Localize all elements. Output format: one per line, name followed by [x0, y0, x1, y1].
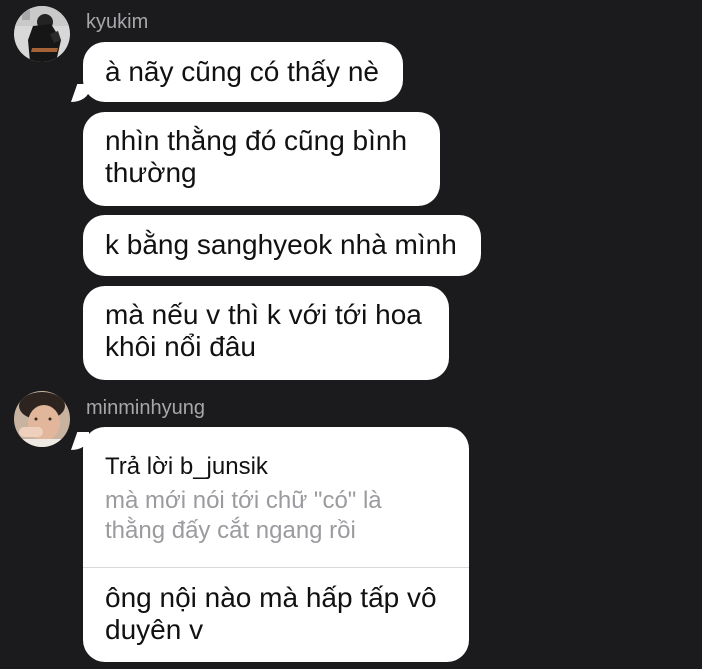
reply-divider	[83, 567, 469, 568]
sender-username-kyukim[interactable]: kyukim	[86, 10, 148, 34]
quoted-message: mà mới nói tới chữ "có" là thằng đấy cắt…	[105, 487, 382, 544]
avatar-kyukim[interactable]	[14, 6, 70, 62]
sender-username-minminhyung[interactable]: minminhyung	[86, 396, 205, 420]
reply-message-bubble[interactable]: Trả lời b_junsik mà mới nói tới chữ "có"…	[83, 427, 469, 662]
reply-header: Trả lời b_junsik	[105, 453, 268, 480]
message-text: mà nếu v thì k với tới hoa khôi nổi đâu	[105, 299, 422, 362]
avatar-photo-kyukim	[14, 6, 70, 62]
message-bubble[interactable]: mà nếu v thì k với tới hoa khôi nổi đâu	[83, 286, 449, 380]
message-bubble[interactable]: nhìn thằng đó cũng bình thường	[83, 112, 440, 206]
message-text: à nãy cũng có thấy nè	[105, 56, 379, 87]
message-bubble[interactable]: à nãy cũng có thấy nè	[83, 42, 403, 102]
reply-message-text: ông nội nào mà hấp tấp vô duyên v	[105, 582, 437, 645]
message-text: nhìn thằng đó cũng bình thường	[105, 125, 408, 188]
avatar-minminhyung[interactable]	[14, 391, 70, 447]
avatar-photo-minminhyung	[14, 391, 70, 447]
message-text: k bằng sanghyeok nhà mình	[105, 229, 457, 260]
message-bubble[interactable]: k bằng sanghyeok nhà mình	[83, 215, 481, 276]
